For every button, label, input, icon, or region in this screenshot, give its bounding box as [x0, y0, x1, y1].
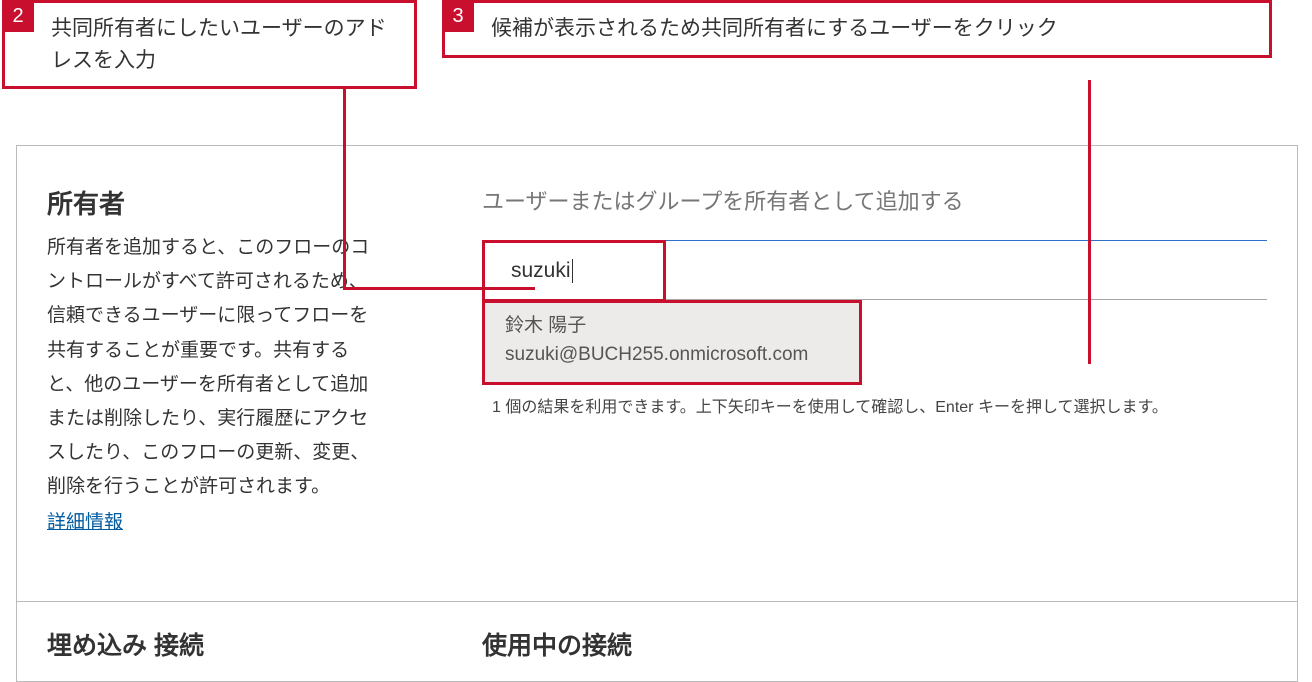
embed-connection-heading: 埋め込み 接続	[17, 602, 452, 681]
step-2-text: 共同所有者にしたいユーザーのアドレスを入力	[51, 17, 387, 72]
learn-more-link[interactable]: 詳細情報	[47, 512, 123, 533]
instruction-step-3: 3 候補が表示されるため共同所有者にするユーザーをクリック	[442, 0, 1272, 58]
add-owners-area: ユーザーまたはグループを所有者として追加する suzuki 鈴木 陽子 suzu…	[482, 184, 1267, 541]
result-hint-text: 1 個の結果を利用できます。上下矢印キーを使用して確認し、Enter キーを押し…	[482, 385, 1267, 417]
step-3-text: 候補が表示されるため共同所有者にするユーザーをクリック	[491, 17, 1058, 40]
step-number-badge: 2	[2, 0, 34, 32]
owner-search-input[interactable]: suzuki	[482, 240, 1267, 300]
suggestion-item[interactable]: 鈴木 陽子 suzuki@BUCH255.onmicrosoft.com	[482, 300, 862, 385]
text-cursor	[572, 259, 573, 283]
owners-description: 所有者を追加すると、このフローのコントロールがすべて許可されるため、信頼できるユ…	[47, 231, 377, 505]
add-owners-label: ユーザーまたはグループを所有者として追加する	[482, 184, 1267, 216]
owners-heading: 所有者	[47, 184, 377, 221]
typed-text-highlight: suzuki	[482, 240, 666, 302]
in-use-connection-heading: 使用中の接続	[452, 602, 1297, 681]
owners-section: 所有者 所有者を追加すると、このフローのコントロールがすべて許可されるため、信頼…	[17, 146, 1297, 581]
connector-line	[343, 80, 346, 290]
owners-panel: 所有者 所有者を追加すると、このフローのコントロールがすべて許可されるため、信頼…	[16, 145, 1298, 682]
instruction-step-2: 2 共同所有者にしたいユーザーのアドレスを入力	[2, 0, 417, 89]
owner-search-wrap: suzuki 鈴木 陽子 suzuki@BUCH255.onmicrosoft.…	[482, 240, 1267, 417]
connections-row: 埋め込み 接続 使用中の接続	[17, 601, 1297, 681]
owners-info: 所有者 所有者を追加すると、このフローのコントロールがすべて許可されるため、信頼…	[47, 184, 377, 541]
typed-text: suzuki	[511, 259, 571, 283]
suggestion-name: 鈴木 陽子	[505, 311, 839, 340]
step-number-badge: 3	[442, 0, 474, 32]
connector-line	[343, 287, 535, 290]
connector-line	[1088, 80, 1091, 364]
suggestion-email: suzuki@BUCH255.onmicrosoft.com	[505, 340, 839, 369]
